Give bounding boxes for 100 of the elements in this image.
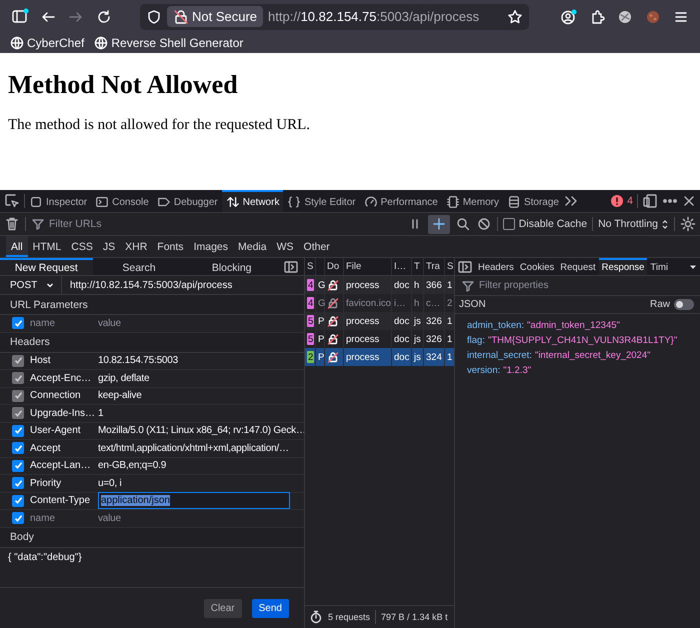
column-header[interactable]: File: [346, 261, 362, 272]
transfer-summary: 797 B / 1.34 kB t: [381, 612, 448, 622]
size-cell: 1: [447, 280, 452, 290]
bookmark[interactable]: CyberChef: [10, 36, 84, 50]
header-value: gzip, deflate: [98, 372, 150, 384]
type-filter[interactable]: XHR: [120, 236, 152, 257]
send-button[interactable]: Send: [252, 598, 289, 618]
method-cell: G: [318, 298, 326, 308]
devtools-tab[interactable]: Inspector: [25, 190, 92, 212]
transferred-cell: c…: [426, 298, 440, 308]
name-field[interactable]: name: [30, 512, 92, 524]
transferred-cell: 326: [426, 334, 442, 344]
size-cell: 1: [447, 316, 452, 326]
panel-tab[interactable]: New Request: [0, 258, 93, 275]
section-header[interactable]: Headers: [0, 332, 304, 352]
column-header[interactable]: Do: [327, 261, 340, 272]
filter-field[interactable]: Filter URLs: [31, 214, 402, 234]
clear-button[interactable]: Clear: [204, 598, 242, 618]
header-name: Host: [30, 355, 52, 366]
page-heading: Method Not Allowed: [8, 70, 239, 100]
json-property: internal_secret: "internal_secret_key_2024": [467, 349, 652, 363]
devtools-tab[interactable]: Console: [91, 190, 153, 212]
checkbox-label[interactable]: Disable Cache: [518, 218, 588, 230]
name-field[interactable]: name: [30, 318, 92, 329]
header-name: Priority: [30, 478, 62, 489]
status-badge: 4: [307, 279, 314, 291]
request-row[interactable]: 4 G process doc h 366 1: [305, 276, 454, 294]
details-tab[interactable]: Response: [598, 258, 648, 275]
header-value: text/html,application/xhtml+xml,application/…: [98, 442, 289, 454]
header-name: Accept-Lan…: [30, 460, 92, 472]
file-cell: process: [346, 316, 380, 326]
type-filter[interactable]: All: [6, 236, 28, 257]
type-cell: h: [414, 298, 420, 308]
type-filter[interactable]: Fonts: [152, 236, 189, 257]
details-tab[interactable]: Timi: [647, 258, 672, 275]
throttling-select[interactable]: No Throttling: [598, 218, 669, 230]
details-tab[interactable]: Cookies: [516, 258, 558, 275]
file-cell: favicon.ico: [346, 298, 391, 308]
size-cell: 1: [447, 352, 452, 362]
error-count[interactable]: 4: [627, 195, 633, 207]
header-name: Upgrade-Ins…: [30, 408, 92, 419]
column-header[interactable]: T: [414, 261, 420, 272]
status-badge: 5: [307, 315, 314, 327]
type-filter[interactable]: Other: [298, 236, 335, 257]
header-value-field[interactable]: application/json: [98, 492, 290, 510]
status-badge: 5: [307, 333, 314, 345]
column-header[interactable]: S: [447, 261, 454, 272]
method-cell: G: [318, 280, 326, 290]
header-name: Content-Type: [30, 495, 92, 506]
header-value: en-GB,en;q=0.9: [98, 460, 166, 472]
size-cell: 2: [447, 298, 452, 308]
panel-tab[interactable]: Search: [92, 258, 186, 275]
header-name: User-Agent: [30, 425, 82, 436]
panel-tab[interactable]: Blocking: [185, 258, 278, 275]
type-cell: h: [414, 280, 420, 290]
method-select[interactable]: POST: [0, 276, 62, 294]
request-row[interactable]: 2 P process doc js 324 1: [305, 348, 454, 366]
section-header[interactable]: URL Parameters: [0, 295, 304, 315]
type-filter[interactable]: CSS: [66, 236, 98, 257]
type-filter[interactable]: JS: [98, 236, 120, 257]
value-field[interactable]: value: [98, 318, 121, 329]
raw-label[interactable]: Raw: [650, 299, 670, 310]
status-badge: 4: [307, 297, 314, 309]
type-filter[interactable]: HTML: [28, 236, 66, 257]
initiator-cell: doc: [394, 352, 410, 362]
header-value: u=0, i: [98, 478, 122, 489]
value-field[interactable]: value: [98, 512, 121, 524]
header-value: 10.82.154.75:5003: [98, 355, 178, 366]
type-filter[interactable]: Images: [188, 236, 233, 257]
details-tab[interactable]: Request: [557, 258, 599, 275]
bookmark[interactable]: Reverse Shell Generator: [94, 36, 244, 50]
initiator-cell: doc: [394, 316, 410, 326]
section-header[interactable]: Body: [0, 528, 304, 548]
devtools-tab[interactable]: Network: [222, 190, 284, 212]
filter-field[interactable]: Filter properties: [455, 276, 700, 296]
column-header[interactable]: Tra: [426, 261, 440, 272]
view-label: JSON: [459, 299, 486, 310]
devtools-tab[interactable]: Debugger: [152, 190, 222, 212]
address-bar[interactable]: Not Secure http://10.82.154.75:5003/api/process: [140, 4, 529, 30]
column-header[interactable]: I…: [394, 261, 406, 272]
devtools-tab[interactable]: Performance: [360, 190, 442, 212]
devtools-tab[interactable]: Style Editor: [283, 190, 360, 212]
type-cell: js: [414, 334, 421, 344]
devtools-tab[interactable]: Memory: [442, 190, 503, 212]
transferred-cell: 366: [426, 280, 442, 290]
request-row[interactable]: 5 P process doc js 326 1: [305, 312, 454, 330]
status-badge: 2: [307, 351, 314, 363]
url-field[interactable]: http://10.82.154.75:5003/api/process: [62, 280, 304, 290]
details-tab[interactable]: Headers: [475, 258, 517, 275]
initiator-cell: doc: [394, 280, 410, 290]
method-cell: P: [318, 352, 324, 362]
body-field[interactable]: { "data":"debug"}: [0, 548, 304, 588]
transferred-cell: 324: [426, 352, 442, 362]
security-indicator[interactable]: Not Secure: [167, 6, 264, 27]
type-filter[interactable]: WS: [272, 236, 299, 257]
devtools-tab[interactable]: Storage: [502, 190, 563, 212]
initiator-cell: i…: [394, 298, 406, 308]
json-property: version: "1.2.3": [467, 364, 532, 378]
type-filter[interactable]: Media: [233, 236, 272, 257]
column-header[interactable]: S: [307, 261, 314, 272]
